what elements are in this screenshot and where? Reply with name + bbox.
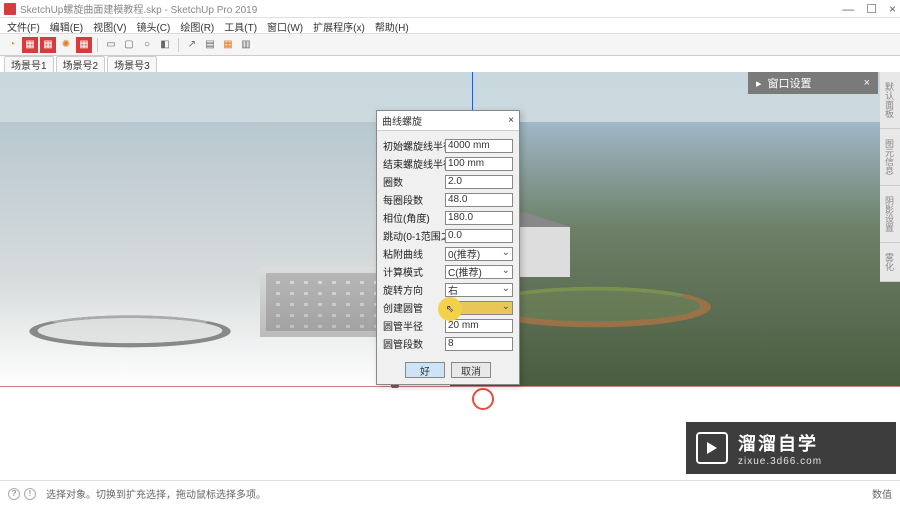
tray-header[interactable]: ▸ 窗口设置 × (748, 72, 878, 94)
dialog-row: 旋转方向右 (383, 282, 513, 297)
toolbar: ◔ ▦ ▦ ✺ ▦ ▭ ▢ ○ ◧ ↗ ▤ ▦ ▥ (0, 34, 900, 56)
combo-input[interactable]: 0(推荐) (445, 247, 513, 261)
menu-help[interactable]: 帮助(H) (372, 18, 412, 33)
combo-input[interactable]: C(推荐) (445, 265, 513, 279)
dialog-close-icon[interactable]: × (508, 115, 514, 126)
tool-icon[interactable]: ▦ (40, 37, 56, 53)
menu-extensions[interactable]: 扩展程序(x) (310, 18, 368, 33)
window-title: SketchUp螺旋曲面建模教程.skp - SketchUp Pro 2019 (20, 1, 842, 16)
menu-tools[interactable]: 工具(T) (221, 18, 260, 33)
scene-tab[interactable]: 场景号1 (4, 56, 54, 72)
dialog-row: 计算模式C(推荐) (383, 264, 513, 279)
minimize-button[interactable]: — (842, 2, 854, 16)
menu-file[interactable]: 文件(F) (4, 18, 43, 33)
text-input[interactable]: 0.0 (445, 229, 513, 243)
dialog-row: 每圈段数48.0 (383, 192, 513, 207)
annotation-circle (472, 388, 494, 410)
menu-camera[interactable]: 镜头(C) (133, 18, 173, 33)
tool-line-icon[interactable]: ↗ (184, 37, 200, 53)
title-bar: SketchUp螺旋曲面建模教程.skp - SketchUp Pro 2019… (0, 0, 900, 18)
menu-view[interactable]: 视图(V) (90, 18, 129, 33)
text-input[interactable]: 4000 mm (445, 139, 513, 153)
cancel-button[interactable]: 取消 (451, 362, 491, 378)
ok-button[interactable]: 好 (405, 362, 445, 378)
field-label: 初始螺旋线半径 (383, 138, 445, 153)
field-label: 跳动(0-1范围之间) (383, 228, 445, 243)
field-label: 圆管半径 (383, 318, 445, 333)
toolbar-separator (178, 38, 179, 52)
side-tab[interactable]: 雾化 (880, 243, 900, 282)
field-label: 结束螺旋线半径 (383, 156, 445, 171)
menu-draw[interactable]: 绘图(R) (177, 18, 217, 33)
side-tab[interactable]: 阴影设置 (880, 186, 900, 243)
text-input[interactable]: 100 mm (445, 157, 513, 171)
text-input[interactable]: 8 (445, 337, 513, 351)
status-warn-icon[interactable]: ! (24, 488, 36, 500)
dialog-row: 结束螺旋线半径100 mm (383, 156, 513, 171)
tool-move-icon[interactable]: ▥ (238, 37, 254, 53)
cursor-icon: ⇖ (446, 304, 454, 315)
tool-icon[interactable]: ▦ (22, 37, 38, 53)
field-label: 创建圆管 (383, 300, 445, 315)
menu-edit[interactable]: 编辑(E) (47, 18, 86, 33)
tray-title: 窗口设置 (768, 75, 812, 91)
toolbar-separator (97, 38, 98, 52)
field-label: 圈数 (383, 174, 445, 189)
watermark: 溜溜自学 zixue.3d66.com (686, 422, 896, 474)
curve-spiral-dialog: 曲线螺旋 × 初始螺旋线半径4000 mm结束螺旋线半径100 mm圈数2.0每… (376, 110, 520, 385)
measurement-label: 数值 (872, 486, 892, 501)
field-label: 旋转方向 (383, 282, 445, 297)
dialog-row: 跳动(0-1范围之间)0.0 (383, 228, 513, 243)
menu-window[interactable]: 窗口(W) (264, 18, 306, 33)
close-button[interactable]: × (889, 2, 896, 16)
dialog-row: 初始螺旋线半径4000 mm (383, 138, 513, 153)
side-tab[interactable]: 图元信息 (880, 129, 900, 186)
maximize-button[interactable]: ☐ (866, 2, 877, 16)
tool-cursor-icon[interactable]: ▭ (103, 37, 119, 53)
tool-circle-icon[interactable]: ○ (139, 37, 155, 53)
dialog-row: 圈数2.0 (383, 174, 513, 189)
tool-icon[interactable]: ✺ (58, 37, 74, 53)
status-info-icon[interactable]: ? (8, 488, 20, 500)
text-input[interactable]: 48.0 (445, 193, 513, 207)
tool-3d-icon[interactable]: ◧ (157, 37, 173, 53)
dialog-row: 圆管段数8 (383, 336, 513, 351)
tool-icon[interactable]: ◔ (4, 37, 20, 53)
status-hint: 选择对象。切换到扩充选择，拖动鼠标选择多项。 (46, 486, 266, 501)
tool-icon[interactable]: ▦ (76, 37, 92, 53)
tool-rect-icon[interactable]: ▢ (121, 37, 137, 53)
status-bar: ? ! 选择对象。切换到扩充选择，拖动鼠标选择多项。 数值 (0, 480, 900, 506)
watermark-url: zixue.3d66.com (738, 456, 822, 467)
tray-close-icon[interactable]: × (864, 77, 870, 89)
watermark-brand: 溜溜自学 (738, 430, 822, 456)
side-tabs: 默认面板 图元信息 阴影设置 雾化 (880, 72, 900, 282)
collapse-arrow-icon: ▸ (756, 77, 762, 90)
dialog-row: 粘附曲线0(推荐) (383, 246, 513, 261)
text-input[interactable]: 20 mm (445, 319, 513, 333)
dialog-titlebar[interactable]: 曲线螺旋 × (377, 111, 519, 131)
field-label: 粘附曲线 (383, 246, 445, 261)
text-input[interactable]: 180.0 (445, 211, 513, 225)
tool-push-icon[interactable]: ▤ (202, 37, 218, 53)
app-icon (4, 3, 16, 15)
scene-tab[interactable]: 场景号3 (107, 56, 157, 72)
field-label: 每圈段数 (383, 192, 445, 207)
scene-tab[interactable]: 场景号2 (56, 56, 106, 72)
menu-bar: 文件(F) 编辑(E) 视图(V) 镜头(C) 绘图(R) 工具(T) 窗口(W… (0, 18, 900, 34)
side-tab[interactable]: 默认面板 (880, 72, 900, 129)
dialog-row: 相位(角度)180.0 (383, 210, 513, 225)
cursor-highlight: ⇖ (438, 297, 462, 321)
play-icon (696, 432, 728, 464)
field-label: 圆管段数 (383, 336, 445, 351)
field-label: 计算模式 (383, 264, 445, 279)
field-label: 相位(角度) (383, 210, 445, 225)
text-input[interactable]: 2.0 (445, 175, 513, 189)
tool-measure-icon[interactable]: ▦ (220, 37, 236, 53)
scene-tabs: 场景号1 场景号2 场景号3 (0, 56, 900, 72)
combo-input[interactable]: 右 (445, 283, 513, 297)
dialog-title: 曲线螺旋 (382, 113, 422, 128)
